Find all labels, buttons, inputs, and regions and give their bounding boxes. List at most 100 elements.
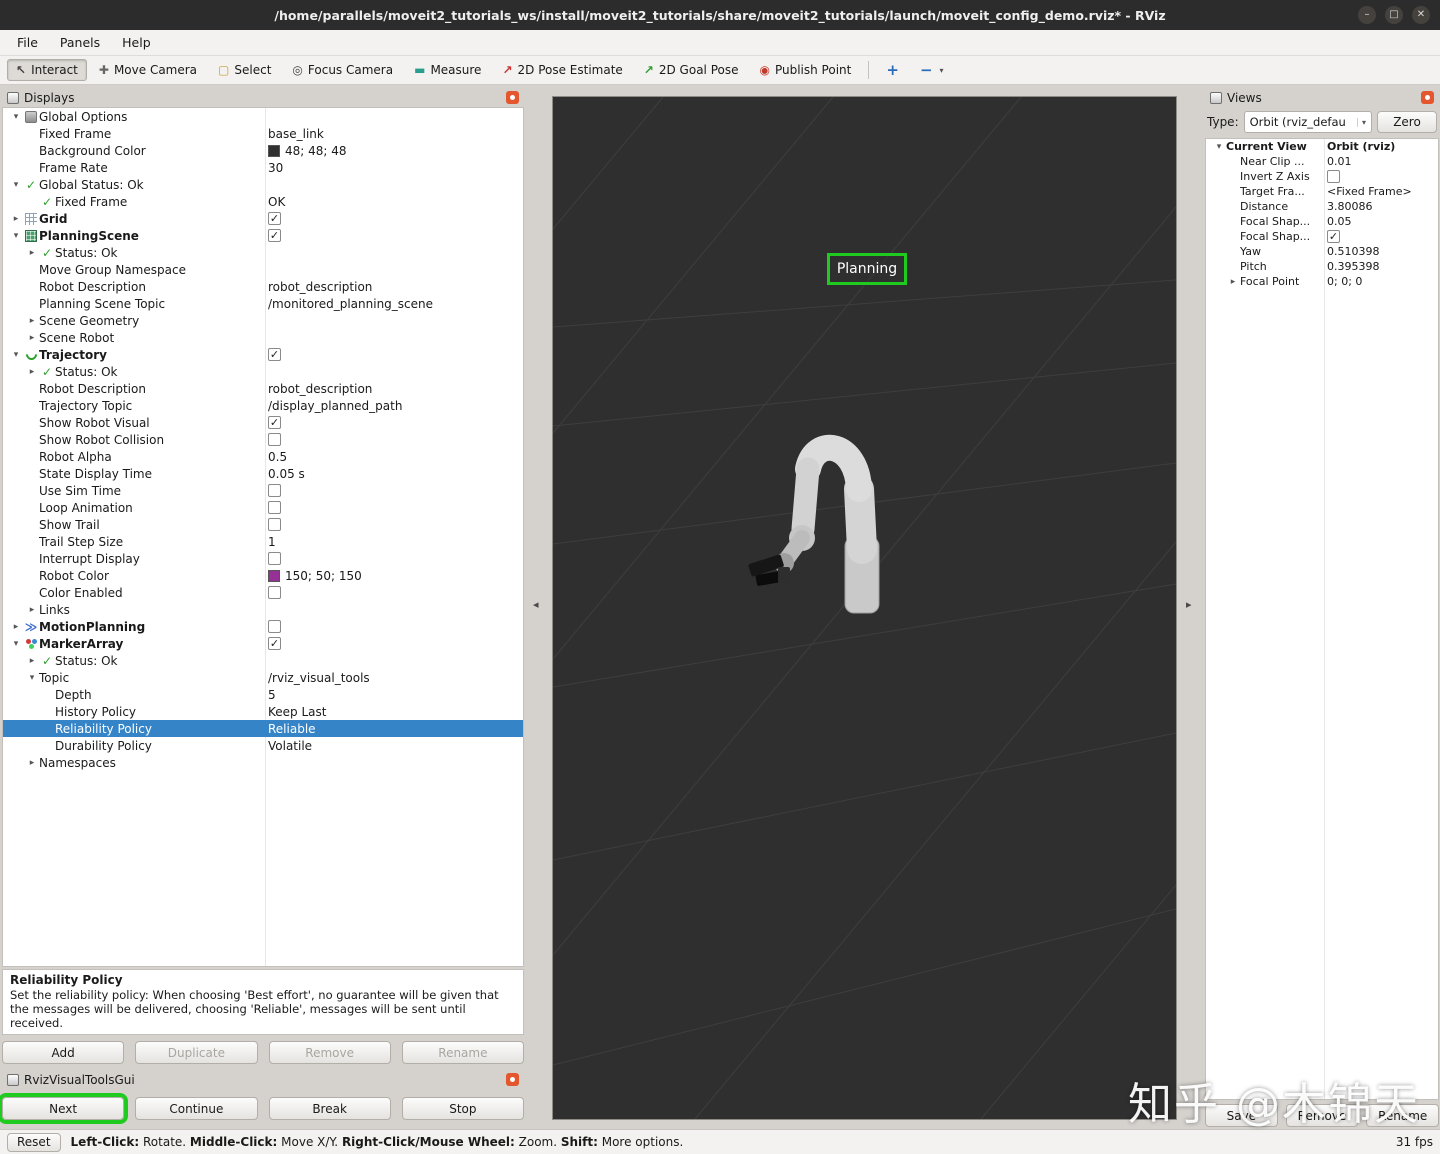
checkbox-checked[interactable]: ✓ [268,212,281,225]
checkbox-checked[interactable]: ✓ [268,348,281,361]
displays-row-durability-policy[interactable]: Durability Policy Volatile [3,737,523,754]
views-row-distance[interactable]: Distance 3.80086 [1206,199,1438,214]
views-row-current-view[interactable]: ▾ Current View Orbit (rviz) [1206,139,1438,154]
checkbox-unchecked[interactable] [268,484,281,497]
duplicate-display-button[interactable]: Duplicate [135,1041,258,1064]
checkbox-unchecked[interactable] [268,501,281,514]
views-row-yaw[interactable]: Yaw 0.510398 [1206,244,1438,259]
displays-row-trajectory-topic[interactable]: Trajectory Topic/display_planned_path [3,397,523,414]
next-button[interactable]: Next [2,1097,125,1120]
minimize-icon[interactable]: – [1358,6,1376,24]
rename-display-button[interactable]: Rename [401,1041,524,1064]
expand-closed-icon[interactable]: ▸ [1226,277,1240,287]
right-splitter-handle[interactable]: ▸ [1186,598,1192,611]
displays-row-robot-description[interactable]: Robot Description robot_description [3,278,523,295]
displays-row-namespaces[interactable]: ▸ Namespaces [3,754,523,771]
displays-row-show-trail[interactable]: Show Trail [3,516,523,533]
displays-row-planning-scene-topic[interactable]: Planning Scene Topic/monitored_planning_… [3,295,523,312]
checkbox-checked[interactable]: ✓ [1327,230,1340,243]
displays-row-show-robot-collision[interactable]: Show Robot Collision [3,431,523,448]
tool-2d-pose-estimate[interactable]: ↗ 2D Pose Estimate [493,59,631,81]
expand-closed-icon[interactable]: ▸ [25,758,39,768]
displays-row-markerarray[interactable]: ▾ MarkerArray ✓ [3,635,523,652]
displays-row-scene-robot[interactable]: ▸ Scene Robot [3,329,523,346]
displays-row-use-sim-time[interactable]: Use Sim Time [3,482,523,499]
expand-open-icon[interactable]: ▾ [1212,142,1226,152]
displays-row-color-enabled[interactable]: Color Enabled [3,584,523,601]
close-tools-panel-icon[interactable] [506,1073,519,1086]
checkbox-unchecked[interactable] [268,620,281,633]
displays-row-status-ok[interactable]: ▸ ✓ Status: Ok [3,363,523,380]
expand-closed-icon[interactable]: ▸ [25,316,39,326]
displays-row-fixed-frame[interactable]: ✓ Fixed Frame OK [3,193,523,210]
displays-row-motionplanning[interactable]: ▸ ≫ MotionPlanning [3,618,523,635]
checkbox-checked[interactable]: ✓ [268,416,281,429]
displays-row-global-options[interactable]: ▾ Global Options [3,108,523,125]
displays-row-scene-geometry[interactable]: ▸ Scene Geometry [3,312,523,329]
expand-open-icon[interactable]: ▾ [25,673,39,683]
displays-row-depth[interactable]: Depth 5 [3,686,523,703]
expand-closed-icon[interactable]: ▸ [9,214,23,224]
displays-row-trajectory[interactable]: ▾ Trajectory ✓ [3,346,523,363]
expand-closed-icon[interactable]: ▸ [25,367,39,377]
views-row-focal-shap[interactable]: Focal Shap... 0.05 [1206,214,1438,229]
close-icon[interactable]: ✕ [1412,6,1430,24]
displays-row-planningscene[interactable]: ▾ PlanningScene ✓ [3,227,523,244]
remove-display-button[interactable]: Remove [268,1041,391,1064]
expand-closed-icon[interactable]: ▸ [25,656,39,666]
break-button[interactable]: Break [268,1097,391,1120]
maximize-icon[interactable]: □ [1385,6,1403,24]
displays-row-frame-rate[interactable]: Frame Rate 30 [3,159,523,176]
tool-select[interactable]: ▢ Select [209,59,280,81]
menu-panels[interactable]: Panels [49,31,111,54]
tool-measure[interactable]: ▬ Measure [405,59,490,81]
displays-row-loop-animation[interactable]: Loop Animation [3,499,523,516]
expand-closed-icon[interactable]: ▸ [25,605,39,615]
checkbox-unchecked[interactable] [268,552,281,565]
tool-move-camera[interactable]: ✚ Move Camera [90,59,206,81]
expand-closed-icon[interactable]: ▸ [25,248,39,258]
expand-open-icon[interactable]: ▾ [9,231,23,241]
displays-row-robot-color[interactable]: Robot Color 150; 50; 150 [3,567,523,584]
displays-row-state-display-time[interactable]: State Display Time 0.05 s [3,465,523,482]
displays-row-status-ok[interactable]: ▸ ✓ Status: Ok [3,244,523,261]
displays-row-grid[interactable]: ▸ Grid ✓ [3,210,523,227]
displays-row-global-status-ok[interactable]: ▾ ✓ Global Status: Ok [3,176,523,193]
expand-closed-icon[interactable]: ▸ [25,333,39,343]
displays-row-fixed-frame[interactable]: Fixed Frame base_link [3,125,523,142]
menu-help[interactable]: Help [111,31,162,54]
displays-row-robot-alpha[interactable]: Robot Alpha 0.5 [3,448,523,465]
continue-button[interactable]: Continue [135,1097,258,1120]
expand-open-icon[interactable]: ▾ [9,112,23,122]
render-viewport[interactable]: Planning [552,96,1177,1120]
close-views-panel-icon[interactable] [1421,91,1434,104]
displays-row-status-ok[interactable]: ▸ ✓ Status: Ok [3,652,523,669]
displays-row-move-group-namespace[interactable]: Move Group Namespace [3,261,523,278]
checkbox-unchecked[interactable] [268,518,281,531]
tool-focus-camera[interactable]: ◎ Focus Camera [283,59,402,81]
views-row-pitch[interactable]: Pitch 0.395398 [1206,259,1438,274]
displays-row-history-policy[interactable]: History Policy Keep Last [3,703,523,720]
tool-interact[interactable]: ↖ Interact [7,59,87,81]
view-type-combobox[interactable]: Orbit (rviz_defau ▾ [1243,111,1372,133]
tool-add-tool-icon[interactable]: + [877,59,908,81]
displays-row-links[interactable]: ▸ Links [3,601,523,618]
checkbox-unchecked[interactable] [268,433,281,446]
displays-row-reliability-policy[interactable]: Reliability Policy Reliable [3,720,523,737]
expand-open-icon[interactable]: ▾ [9,350,23,360]
close-displays-panel-icon[interactable] [506,91,519,104]
views-row-focal-point[interactable]: ▸ Focal Point 0; 0; 0 [1206,274,1438,289]
displays-row-robot-description[interactable]: Robot Description robot_description [3,380,523,397]
expand-open-icon[interactable]: ▾ [9,639,23,649]
reset-button[interactable]: Reset [7,1132,61,1152]
tool-2d-goal-pose[interactable]: ↗ 2D Goal Pose [635,59,748,81]
views-row-near-clip[interactable]: Near Clip ... 0.01 [1206,154,1438,169]
expand-closed-icon[interactable]: ▸ [9,622,23,632]
views-row-target-fra[interactable]: Target Fra... <Fixed Frame> [1206,184,1438,199]
add-display-button[interactable]: Add [2,1041,125,1064]
left-splitter-handle[interactable]: ◂ [533,598,539,611]
checkbox-unchecked[interactable] [1327,170,1340,183]
displays-row-trail-step-size[interactable]: Trail Step Size 1 [3,533,523,550]
tool-remove-tool-icon[interactable]: − ▾ [911,59,953,81]
checkbox-unchecked[interactable] [268,586,281,599]
